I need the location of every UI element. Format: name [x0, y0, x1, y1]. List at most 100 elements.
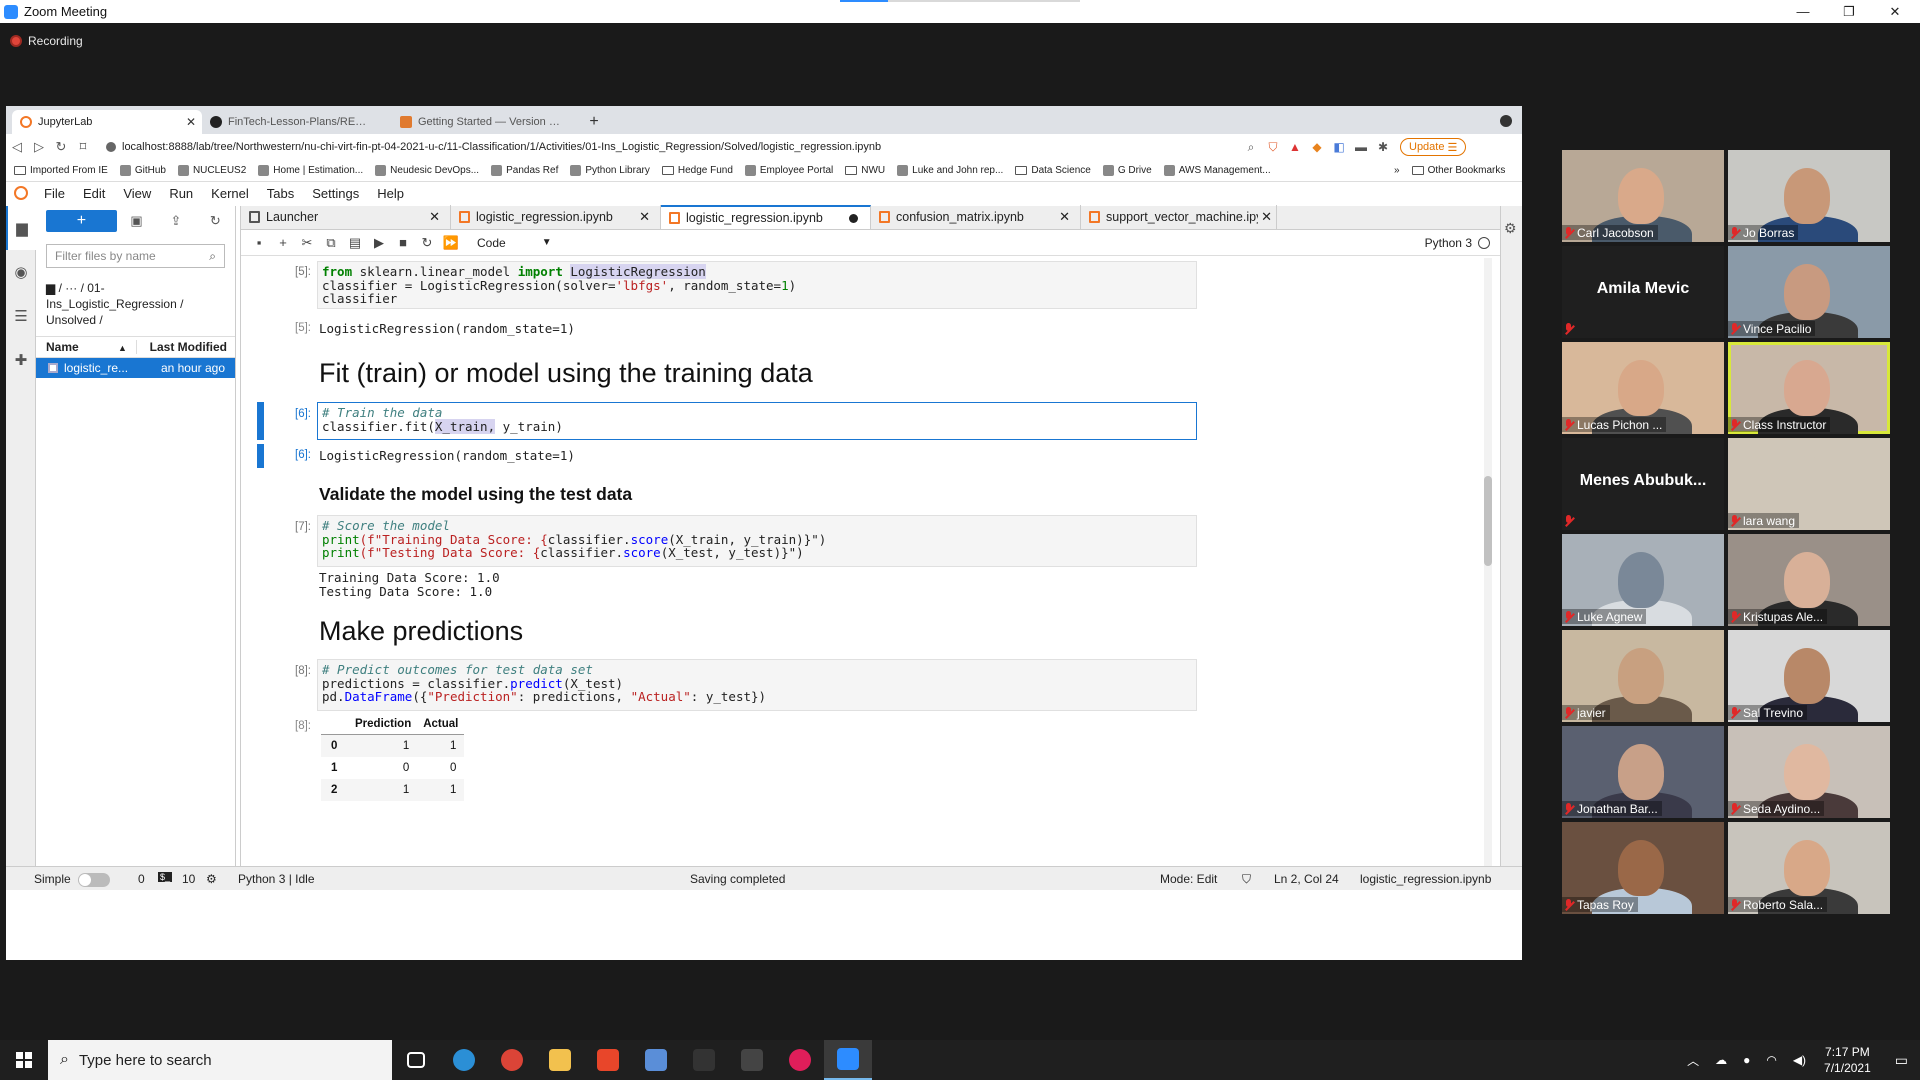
taskbar-app-chrome[interactable]: [488, 1040, 536, 1080]
participant-tile[interactable]: Sal Trevino: [1728, 630, 1890, 722]
save-icon[interactable]: ▪: [247, 235, 271, 250]
participant-tile[interactable]: Lucas Pichon ...: [1562, 342, 1724, 434]
notebook-scrollbar[interactable]: [1484, 258, 1492, 866]
kernel-status[interactable]: Python 3 | Idle: [238, 872, 315, 886]
close-tab-icon[interactable]: ✕: [1059, 209, 1070, 225]
volume-icon[interactable]: ◀): [1793, 1053, 1806, 1067]
run-all-icon[interactable]: ⏩: [439, 235, 463, 251]
bookmark-item[interactable]: Python Library: [570, 165, 650, 176]
back-icon[interactable]: ◁: [6, 139, 28, 155]
cursor-position[interactable]: Ln 2, Col 24: [1274, 872, 1339, 886]
recording-indicator[interactable]: Recording: [10, 34, 83, 48]
taskbar-app-slack[interactable]: [776, 1040, 824, 1080]
file-browser-tab-icon[interactable]: ▆: [6, 206, 36, 250]
doc-tab-logistic-regression-2[interactable]: logistic_regression.ipynb: [661, 205, 871, 229]
bookmark-item[interactable]: AWS Management...: [1163, 165, 1271, 176]
bookmark-item[interactable]: Employee Portal: [744, 165, 833, 176]
participant-tile[interactable]: Carl Jacobson: [1562, 150, 1724, 242]
forward-icon[interactable]: ▷: [28, 139, 50, 155]
copy-icon[interactable]: ⧉: [319, 235, 343, 251]
taskbar-app-terminal[interactable]: [680, 1040, 728, 1080]
insert-cell-icon[interactable]: +: [271, 235, 295, 250]
taskbar-clock[interactable]: 7:17 PM 7/1/2021: [1824, 1044, 1871, 1076]
brave-rewards-icon[interactable]: ▲: [1284, 138, 1306, 156]
menu-view[interactable]: View: [123, 186, 151, 201]
new-launcher-button[interactable]: +: [46, 210, 117, 232]
menu-tabs[interactable]: Tabs: [267, 186, 294, 201]
participant-tile[interactable]: Jonathan Bar...: [1562, 726, 1724, 818]
bookmark-icon[interactable]: ⌑: [72, 139, 94, 155]
brave-shield-icon[interactable]: ⛉: [1262, 138, 1284, 156]
bookmark-item[interactable]: NWU: [845, 165, 885, 176]
refresh-icon[interactable]: ↻: [196, 213, 235, 229]
taskbar-app-file-explorer[interactable]: [536, 1040, 584, 1080]
menu-edit[interactable]: Edit: [83, 186, 105, 201]
stop-icon[interactable]: ■: [391, 235, 415, 250]
site-info-icon[interactable]: [106, 142, 116, 152]
puzzle-icon[interactable]: ✱: [1372, 138, 1394, 156]
scrollbar-thumb[interactable]: [1484, 476, 1492, 566]
unsaved-dot-icon[interactable]: [849, 213, 858, 223]
update-button[interactable]: Update ☰: [1400, 138, 1467, 156]
run-icon[interactable]: ▶: [367, 235, 391, 251]
terminal-count[interactable]: 0: [138, 872, 145, 886]
extensions-icon[interactable]: ✚: [6, 338, 36, 382]
bookmark-item[interactable]: Imported From IE: [14, 165, 108, 176]
code-cell-5[interactable]: from sklearn.linear_model import Logisti…: [317, 261, 1197, 309]
extension-icon[interactable]: ▬: [1350, 138, 1372, 156]
close-tab-icon[interactable]: ✕: [1261, 209, 1272, 225]
close-window-button[interactable]: ✕: [1872, 0, 1918, 23]
participant-tile[interactable]: Class Instructor: [1728, 342, 1890, 434]
column-last-modified[interactable]: Last Modified: [136, 340, 235, 354]
active-output-marker[interactable]: [257, 444, 264, 468]
participant-tile[interactable]: Menes Abubuk...: [1562, 438, 1724, 530]
code-cell-7[interactable]: # Score the model print(f"Training Data …: [317, 515, 1197, 567]
notifications-icon[interactable]: ▭: [1895, 1052, 1908, 1069]
participant-tile[interactable]: Amila Mevic: [1562, 246, 1724, 338]
kernel-indicator[interactable]: Python 3: [1425, 236, 1490, 250]
minimize-button[interactable]: —: [1780, 0, 1826, 23]
address-bar[interactable]: localhost:8888/lab/tree/Northwestern/nu-…: [100, 137, 1240, 157]
file-list-item[interactable]: logistic_re... an hour ago: [36, 358, 235, 378]
microphone-icon[interactable]: ●: [1743, 1053, 1750, 1067]
other-bookmarks[interactable]: Other Bookmarks: [1411, 165, 1505, 176]
simple-mode-toggle[interactable]: [78, 873, 110, 887]
code-cell-8[interactable]: # Predict outcomes for test data set pre…: [317, 659, 1197, 711]
bookmark-item[interactable]: Home | Estimation...: [258, 165, 363, 176]
more-bookmarks-button[interactable]: »: [1394, 165, 1400, 176]
cell-type-select[interactable]: Code ▼: [477, 236, 552, 250]
restore-button[interactable]: ❐: [1826, 0, 1872, 23]
bookmark-item[interactable]: Luke and John rep...: [897, 165, 1003, 176]
doc-tab-launcher[interactable]: Launcher ✕: [241, 205, 451, 229]
participant-tile[interactable]: lara wang: [1728, 438, 1890, 530]
bookmark-item[interactable]: Data Science: [1015, 165, 1091, 176]
participant-tile[interactable]: Luke Agnew: [1562, 534, 1724, 626]
participant-tile[interactable]: Jo Borras: [1728, 150, 1890, 242]
doc-tab-confusion-matrix[interactable]: confusion_matrix.ipynb ✕: [871, 205, 1081, 229]
new-folder-icon[interactable]: ▣: [117, 213, 156, 229]
bookmark-item[interactable]: NUCLEUS2: [177, 165, 246, 176]
menu-kernel[interactable]: Kernel: [211, 186, 249, 201]
close-tab-icon[interactable]: ✕: [186, 115, 196, 129]
metamask-icon[interactable]: ◆: [1306, 138, 1328, 156]
browser-tab-getting-started[interactable]: Getting Started — Version 0.8.0: [392, 110, 582, 134]
menu-help[interactable]: Help: [377, 186, 404, 201]
browser-tab-jupyterlab[interactable]: JupyterLab ✕: [12, 110, 202, 134]
extension-translate-icon[interactable]: ◧: [1328, 138, 1350, 156]
start-button[interactable]: [0, 1040, 48, 1080]
onedrive-icon[interactable]: ☁: [1715, 1053, 1727, 1067]
new-tab-button[interactable]: +: [582, 110, 606, 134]
code-cell-6[interactable]: # Train the data classifier.fit(X_train,…: [317, 402, 1197, 440]
taskbar-search-box[interactable]: ⌕ Type here to search: [48, 1040, 392, 1080]
close-tab-icon[interactable]: ✕: [429, 209, 440, 225]
bookmark-item[interactable]: Hedge Fund: [661, 165, 733, 176]
doc-tab-logistic-regression-1[interactable]: logistic_regression.ipynb ✕: [451, 205, 661, 229]
bookmark-item[interactable]: GitHub: [119, 165, 166, 176]
filter-files-input[interactable]: Filter files by name ⌕: [46, 244, 225, 268]
reload-icon[interactable]: ↻: [50, 139, 72, 155]
kernel-count[interactable]: 10: [182, 872, 195, 886]
participant-tile[interactable]: javier: [1562, 630, 1724, 722]
participant-tile[interactable]: Roberto Sala...: [1728, 822, 1890, 914]
taskbar-app-window[interactable]: [728, 1040, 776, 1080]
taskbar-app-zoom[interactable]: [824, 1040, 872, 1080]
